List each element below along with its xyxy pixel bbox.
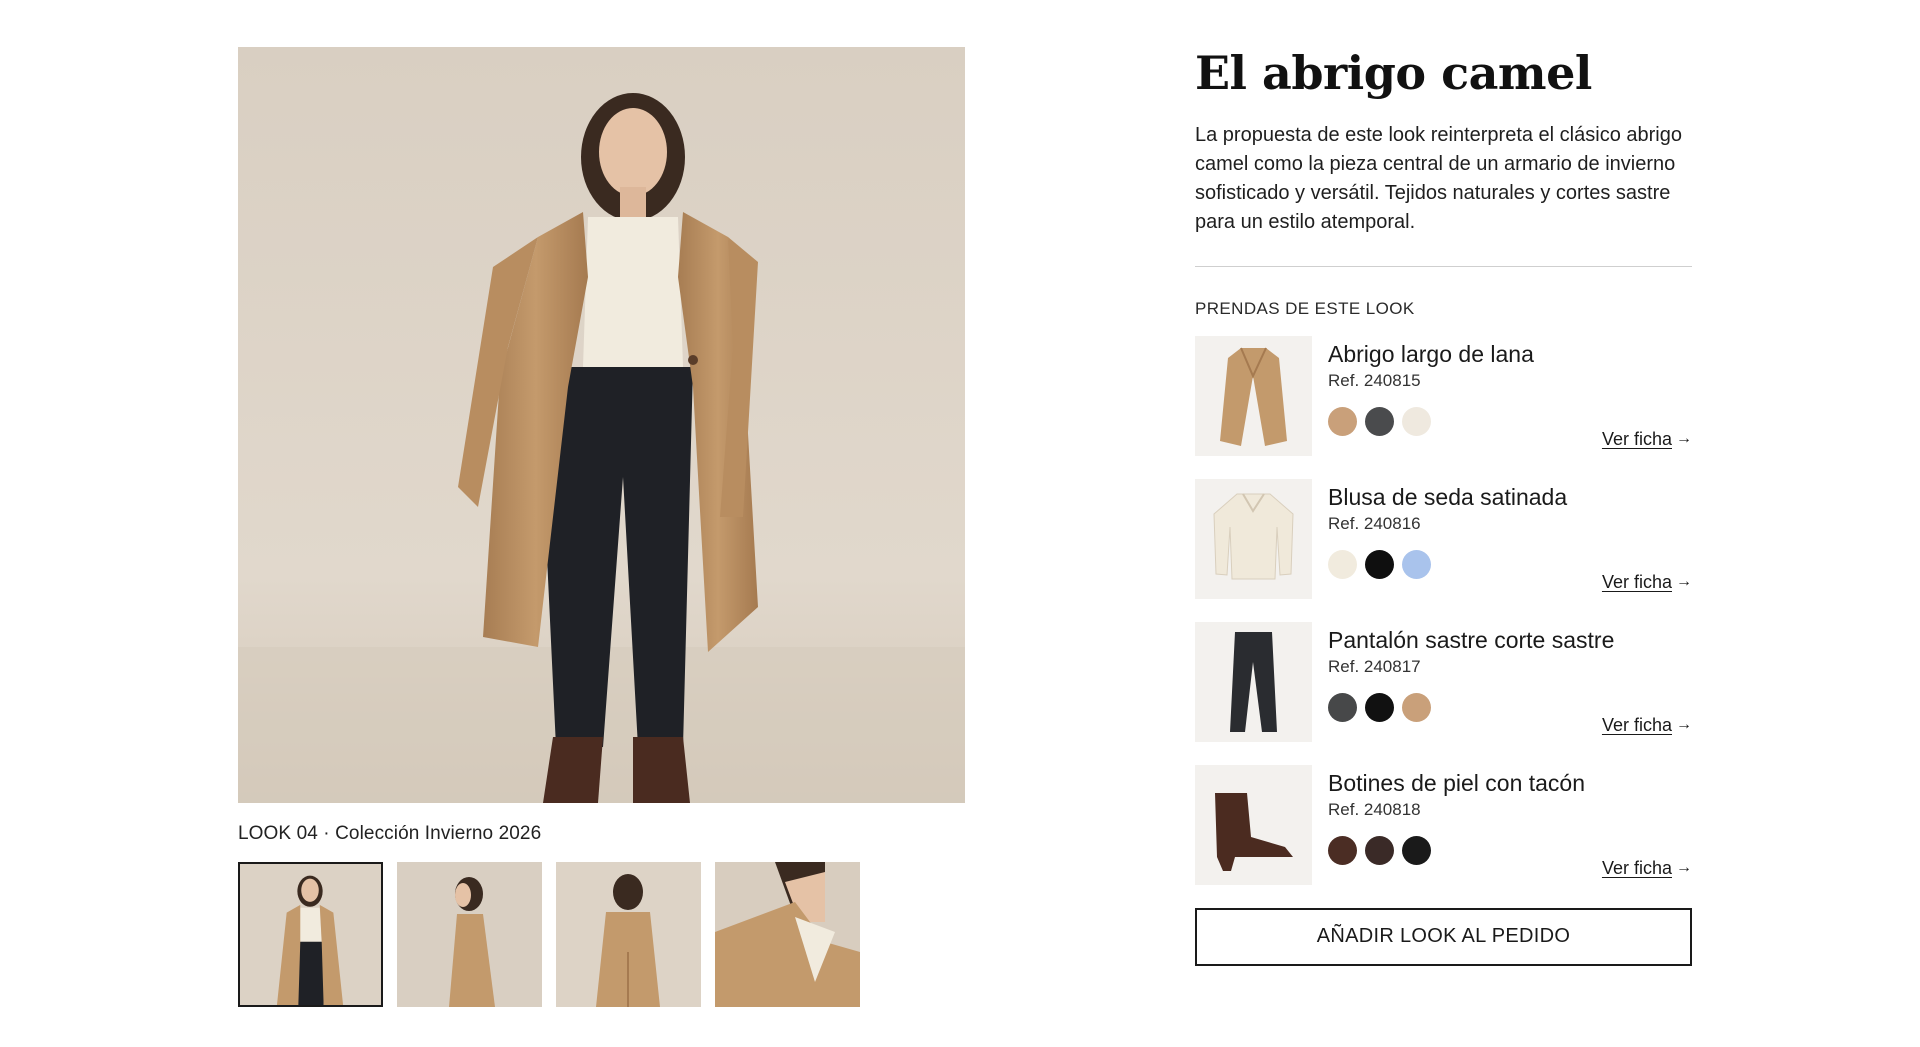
arrow-right-icon: → xyxy=(1676,573,1692,591)
thumbnail-front[interactable] xyxy=(238,862,383,1007)
list-item: Botines de piel con tacón Ref. 240818 Ve… xyxy=(1195,764,1692,885)
item-thumbnail[interactable] xyxy=(1195,621,1312,742)
divider xyxy=(1195,265,1692,267)
color-swatch[interactable] xyxy=(1365,549,1394,579)
look-title: El abrigo camel xyxy=(1195,46,1592,100)
hero-image xyxy=(238,47,965,803)
look-items-list: Abrigo largo de lana Ref. 240815 Ver fic… xyxy=(1195,335,1692,885)
ver-ficha-link[interactable]: Ver ficha → xyxy=(1602,858,1692,879)
color-swatch[interactable] xyxy=(1328,835,1357,865)
ver-ficha-label: Ver ficha xyxy=(1601,714,1672,735)
look-caption: LOOK 04 · Colección Invierno 2026 xyxy=(238,823,542,844)
product-look-page: LOOK 04 · Colección Invierno 2026 El abr… xyxy=(0,0,1920,1047)
list-item: Abrigo largo de lana Ref. 240815 Ver fic… xyxy=(1195,335,1692,456)
color-swatch[interactable] xyxy=(1328,406,1357,436)
look-gallery: LOOK 04 · Colección Invierno 2026 xyxy=(238,47,965,1007)
blouse-icon xyxy=(1195,478,1312,599)
ver-ficha-link[interactable]: Ver ficha → xyxy=(1602,429,1692,450)
ver-ficha-label: Ver ficha xyxy=(1601,571,1672,592)
item-ref: Ref. 240815 xyxy=(1328,370,1421,390)
item-name: Abrigo largo de lana xyxy=(1328,340,1534,367)
item-info: Abrigo largo de lana Ref. 240815 xyxy=(1328,340,1692,436)
color-swatch[interactable] xyxy=(1402,835,1431,865)
ver-ficha-label: Ver ficha xyxy=(1601,857,1672,878)
color-swatch[interactable] xyxy=(1365,692,1394,722)
item-info: Blusa de seda satinada Ref. 240816 xyxy=(1328,483,1692,579)
coat-icon xyxy=(1195,335,1312,456)
item-name: Pantalón sastre corte sastre xyxy=(1328,626,1615,653)
section-label: PRENDAS DE ESTE LOOK xyxy=(1195,298,1415,318)
color-swatch[interactable] xyxy=(1365,835,1394,865)
ver-ficha-link[interactable]: Ver ficha → xyxy=(1602,572,1692,593)
ver-ficha-link[interactable]: Ver ficha → xyxy=(1602,715,1692,736)
color-swatch[interactable] xyxy=(1365,406,1394,436)
thumbnail-side-icon xyxy=(397,862,542,1007)
thumbnail-detail-icon xyxy=(715,862,860,1007)
arrow-right-icon: → xyxy=(1676,430,1692,448)
item-ref: Ref. 240816 xyxy=(1328,513,1421,533)
arrow-right-icon: → xyxy=(1676,716,1692,734)
thumbnail-front-icon xyxy=(240,864,381,1005)
add-look-to-order-button[interactable]: AÑADIR LOOK AL PEDIDO xyxy=(1195,907,1692,966)
item-info: Botines de piel con tacón Ref. 240818 xyxy=(1328,769,1692,865)
color-swatch[interactable] xyxy=(1402,692,1431,722)
arrow-right-icon: → xyxy=(1676,859,1692,877)
item-thumbnail[interactable] xyxy=(1195,335,1312,456)
item-ref: Ref. 240817 xyxy=(1328,656,1421,676)
color-swatch[interactable] xyxy=(1402,549,1431,579)
model-photo-icon xyxy=(238,47,965,803)
thumbnail-side[interactable] xyxy=(397,862,542,1007)
look-details: El abrigo camel La propuesta de este loo… xyxy=(1195,40,1692,966)
item-name: Botines de piel con tacón xyxy=(1328,769,1586,796)
color-swatch[interactable] xyxy=(1328,549,1357,579)
item-thumbnail[interactable] xyxy=(1195,478,1312,599)
thumbnail-detail[interactable] xyxy=(715,862,860,1007)
ver-ficha-label: Ver ficha xyxy=(1601,428,1672,449)
item-name: Blusa de seda satinada xyxy=(1328,483,1568,510)
item-info: Pantalón sastre corte sastre Ref. 240817 xyxy=(1328,626,1692,722)
thumbnail-strip xyxy=(238,862,965,1007)
thumbnail-back-icon xyxy=(556,862,701,1007)
color-swatch[interactable] xyxy=(1402,406,1431,436)
list-item: Pantalón sastre corte sastre Ref. 240817… xyxy=(1195,621,1692,742)
color-swatch[interactable] xyxy=(1328,692,1357,722)
look-description: La propuesta de este look reinterpreta e… xyxy=(1195,123,1682,233)
item-ref: Ref. 240818 xyxy=(1328,799,1421,819)
ankle-boot-icon xyxy=(1195,764,1312,885)
item-thumbnail[interactable] xyxy=(1195,764,1312,885)
thumbnail-back[interactable] xyxy=(556,862,701,1007)
list-item: Blusa de seda satinada Ref. 240816 Ver f… xyxy=(1195,478,1692,599)
trousers-icon xyxy=(1195,621,1312,742)
